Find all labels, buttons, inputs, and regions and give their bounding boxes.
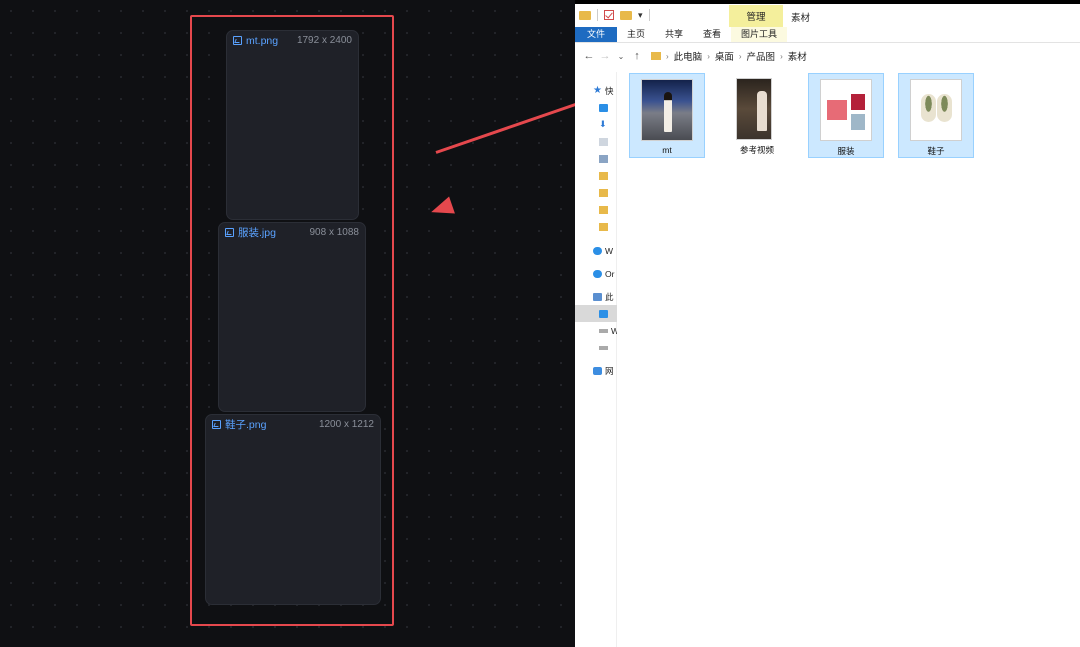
nav-item-label: W	[611, 325, 617, 336]
nav-item-folder[interactable]	[575, 167, 617, 184]
thumbnail	[820, 79, 872, 141]
computer-icon	[593, 292, 602, 301]
folder-icon	[599, 188, 608, 197]
monitor-icon	[599, 103, 608, 112]
window-title: 素材	[791, 13, 811, 24]
folder-icon[interactable]	[579, 10, 591, 20]
breadcrumb-item[interactable]: 桌面	[715, 49, 734, 63]
nav-item-documents[interactable]	[575, 133, 617, 150]
chevron-right-icon: ›	[738, 51, 742, 61]
tab-file[interactable]: 文件	[575, 27, 617, 42]
chevron-right-icon: ›	[780, 51, 783, 61]
folder-icon	[599, 171, 608, 180]
monitor-icon	[599, 309, 608, 318]
selection-highlight-frame	[190, 15, 394, 626]
nav-item-quick-access[interactable]: ★ 快	[575, 82, 617, 99]
picture-icon	[599, 154, 608, 163]
breadcrumb-item[interactable]: 素材	[788, 49, 807, 63]
file-label: 鞋子	[927, 146, 945, 156]
cloud-icon	[593, 246, 602, 255]
nav-item-this-pc[interactable]: 此	[575, 288, 617, 305]
folder-icon	[599, 222, 608, 231]
forward-arrow-icon[interactable]: →	[597, 50, 613, 62]
thumbnail	[736, 78, 772, 140]
nav-item-desktop[interactable]	[575, 99, 617, 116]
file-item-mt[interactable]: mt	[629, 73, 705, 158]
tab-home[interactable]: 主页	[617, 27, 655, 42]
navigation-pane: ★ 快 ⬇ W Or 此 W 网	[575, 72, 617, 647]
breadcrumb-item[interactable]: 产品图	[747, 49, 776, 63]
thumbnail	[910, 79, 962, 141]
up-arrow-icon[interactable]: ↑	[629, 50, 645, 62]
quick-access-toolbar: ▾	[579, 8, 650, 22]
nav-item-label: 快	[604, 85, 614, 96]
file-label: 服装	[837, 146, 855, 156]
file-item-clothes[interactable]: 服装	[808, 73, 884, 158]
file-item-shoes[interactable]: 鞋子	[898, 73, 974, 158]
nav-item-downloads[interactable]: ⬇	[575, 116, 617, 133]
file-label: 参考视频	[739, 145, 774, 155]
nav-item-label: 网	[605, 365, 614, 376]
arrow-head-icon	[428, 196, 455, 221]
nav-item-pictures[interactable]	[575, 150, 617, 167]
document-icon	[599, 137, 608, 146]
nav-item-folder[interactable]	[575, 184, 617, 201]
download-icon: ⬇	[599, 119, 607, 129]
nav-item-label: W	[605, 245, 614, 256]
nav-item-desktop-selected[interactable]	[575, 305, 617, 322]
drive-icon	[599, 345, 608, 350]
nav-item-label: 此	[605, 291, 614, 302]
network-icon	[593, 366, 602, 375]
breadcrumb[interactable]: › 此电脑 › 桌面 › 产品图 › 素材	[651, 49, 807, 63]
chevron-right-icon: ›	[666, 51, 669, 61]
address-bar-row: ← → ⌄ ↑ › 此电脑 › 桌面 › 产品图 › 素材	[575, 46, 1080, 66]
thumbnail	[641, 79, 693, 141]
folder-icon	[651, 52, 661, 60]
chevron-right-icon: ›	[707, 51, 710, 61]
nav-item-label: Or	[605, 268, 615, 279]
folder-icon	[599, 205, 608, 214]
nav-item-wps-cloud[interactable]: W	[575, 242, 617, 259]
back-arrow-icon[interactable]: ←	[581, 50, 597, 62]
file-list: mt 参考视频 服装 鞋子	[627, 72, 1077, 172]
chevron-down-icon[interactable]: ▾	[638, 10, 643, 21]
nav-item-folder[interactable]	[575, 201, 617, 218]
file-label: mt	[662, 145, 672, 155]
drive-icon	[599, 328, 608, 333]
ribbon-tabs: 文件 主页 共享 查看 图片工具	[575, 27, 788, 42]
properties-icon[interactable]	[604, 10, 614, 20]
nav-item-drive[interactable]	[575, 339, 617, 356]
cloud-icon	[593, 269, 602, 278]
tab-share[interactable]: 共享	[655, 27, 693, 42]
file-item-reference-video[interactable]: 参考视频	[719, 73, 795, 158]
recent-locations-chevron-icon[interactable]: ⌄	[613, 52, 629, 61]
nav-item-drive[interactable]: W	[575, 322, 617, 339]
nav-item-folder[interactable]	[575, 218, 617, 235]
tab-view[interactable]: 查看	[693, 27, 731, 42]
tab-picture-tools[interactable]: 图片工具	[731, 27, 788, 42]
tab-manage[interactable]: 管理	[729, 5, 783, 27]
file-explorer-window: ▾ 管理 素材 文件 主页 共享 查看 图片工具 ← → ⌄ ↑ › 此电脑 ›…	[575, 0, 1080, 647]
star-icon: ★	[593, 84, 602, 96]
new-folder-icon[interactable]	[620, 10, 632, 20]
nav-item-onedrive[interactable]: Or	[575, 265, 617, 282]
nav-item-network[interactable]: 网	[575, 362, 617, 379]
breadcrumb-item[interactable]: 此电脑	[674, 49, 703, 63]
